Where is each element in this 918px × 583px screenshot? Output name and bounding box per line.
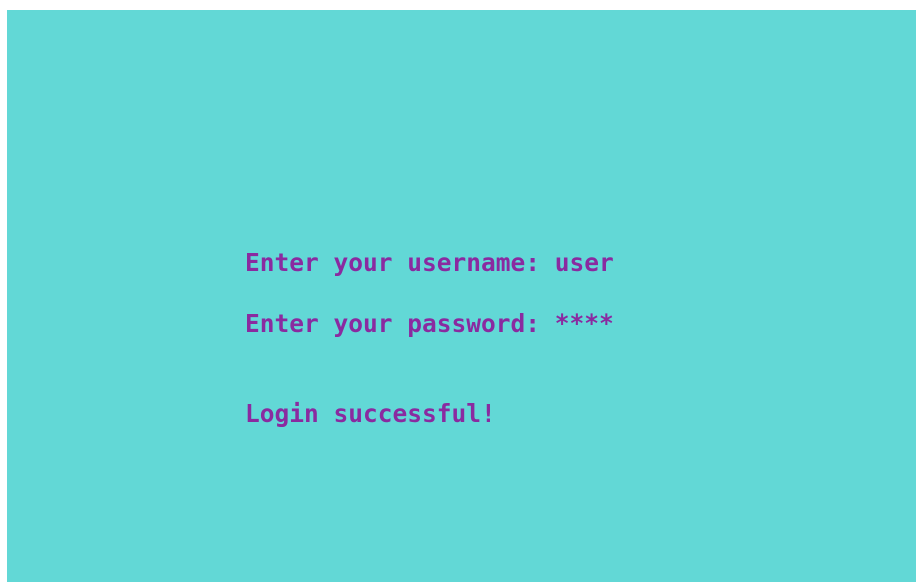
login-status-message: Login successful! xyxy=(245,399,496,428)
terminal-screen: Enter your username: user Enter your pas… xyxy=(7,10,916,582)
password-prompt-line: Enter your password: **** xyxy=(245,309,614,338)
username-prompt-line: Enter your username: user xyxy=(245,248,614,277)
